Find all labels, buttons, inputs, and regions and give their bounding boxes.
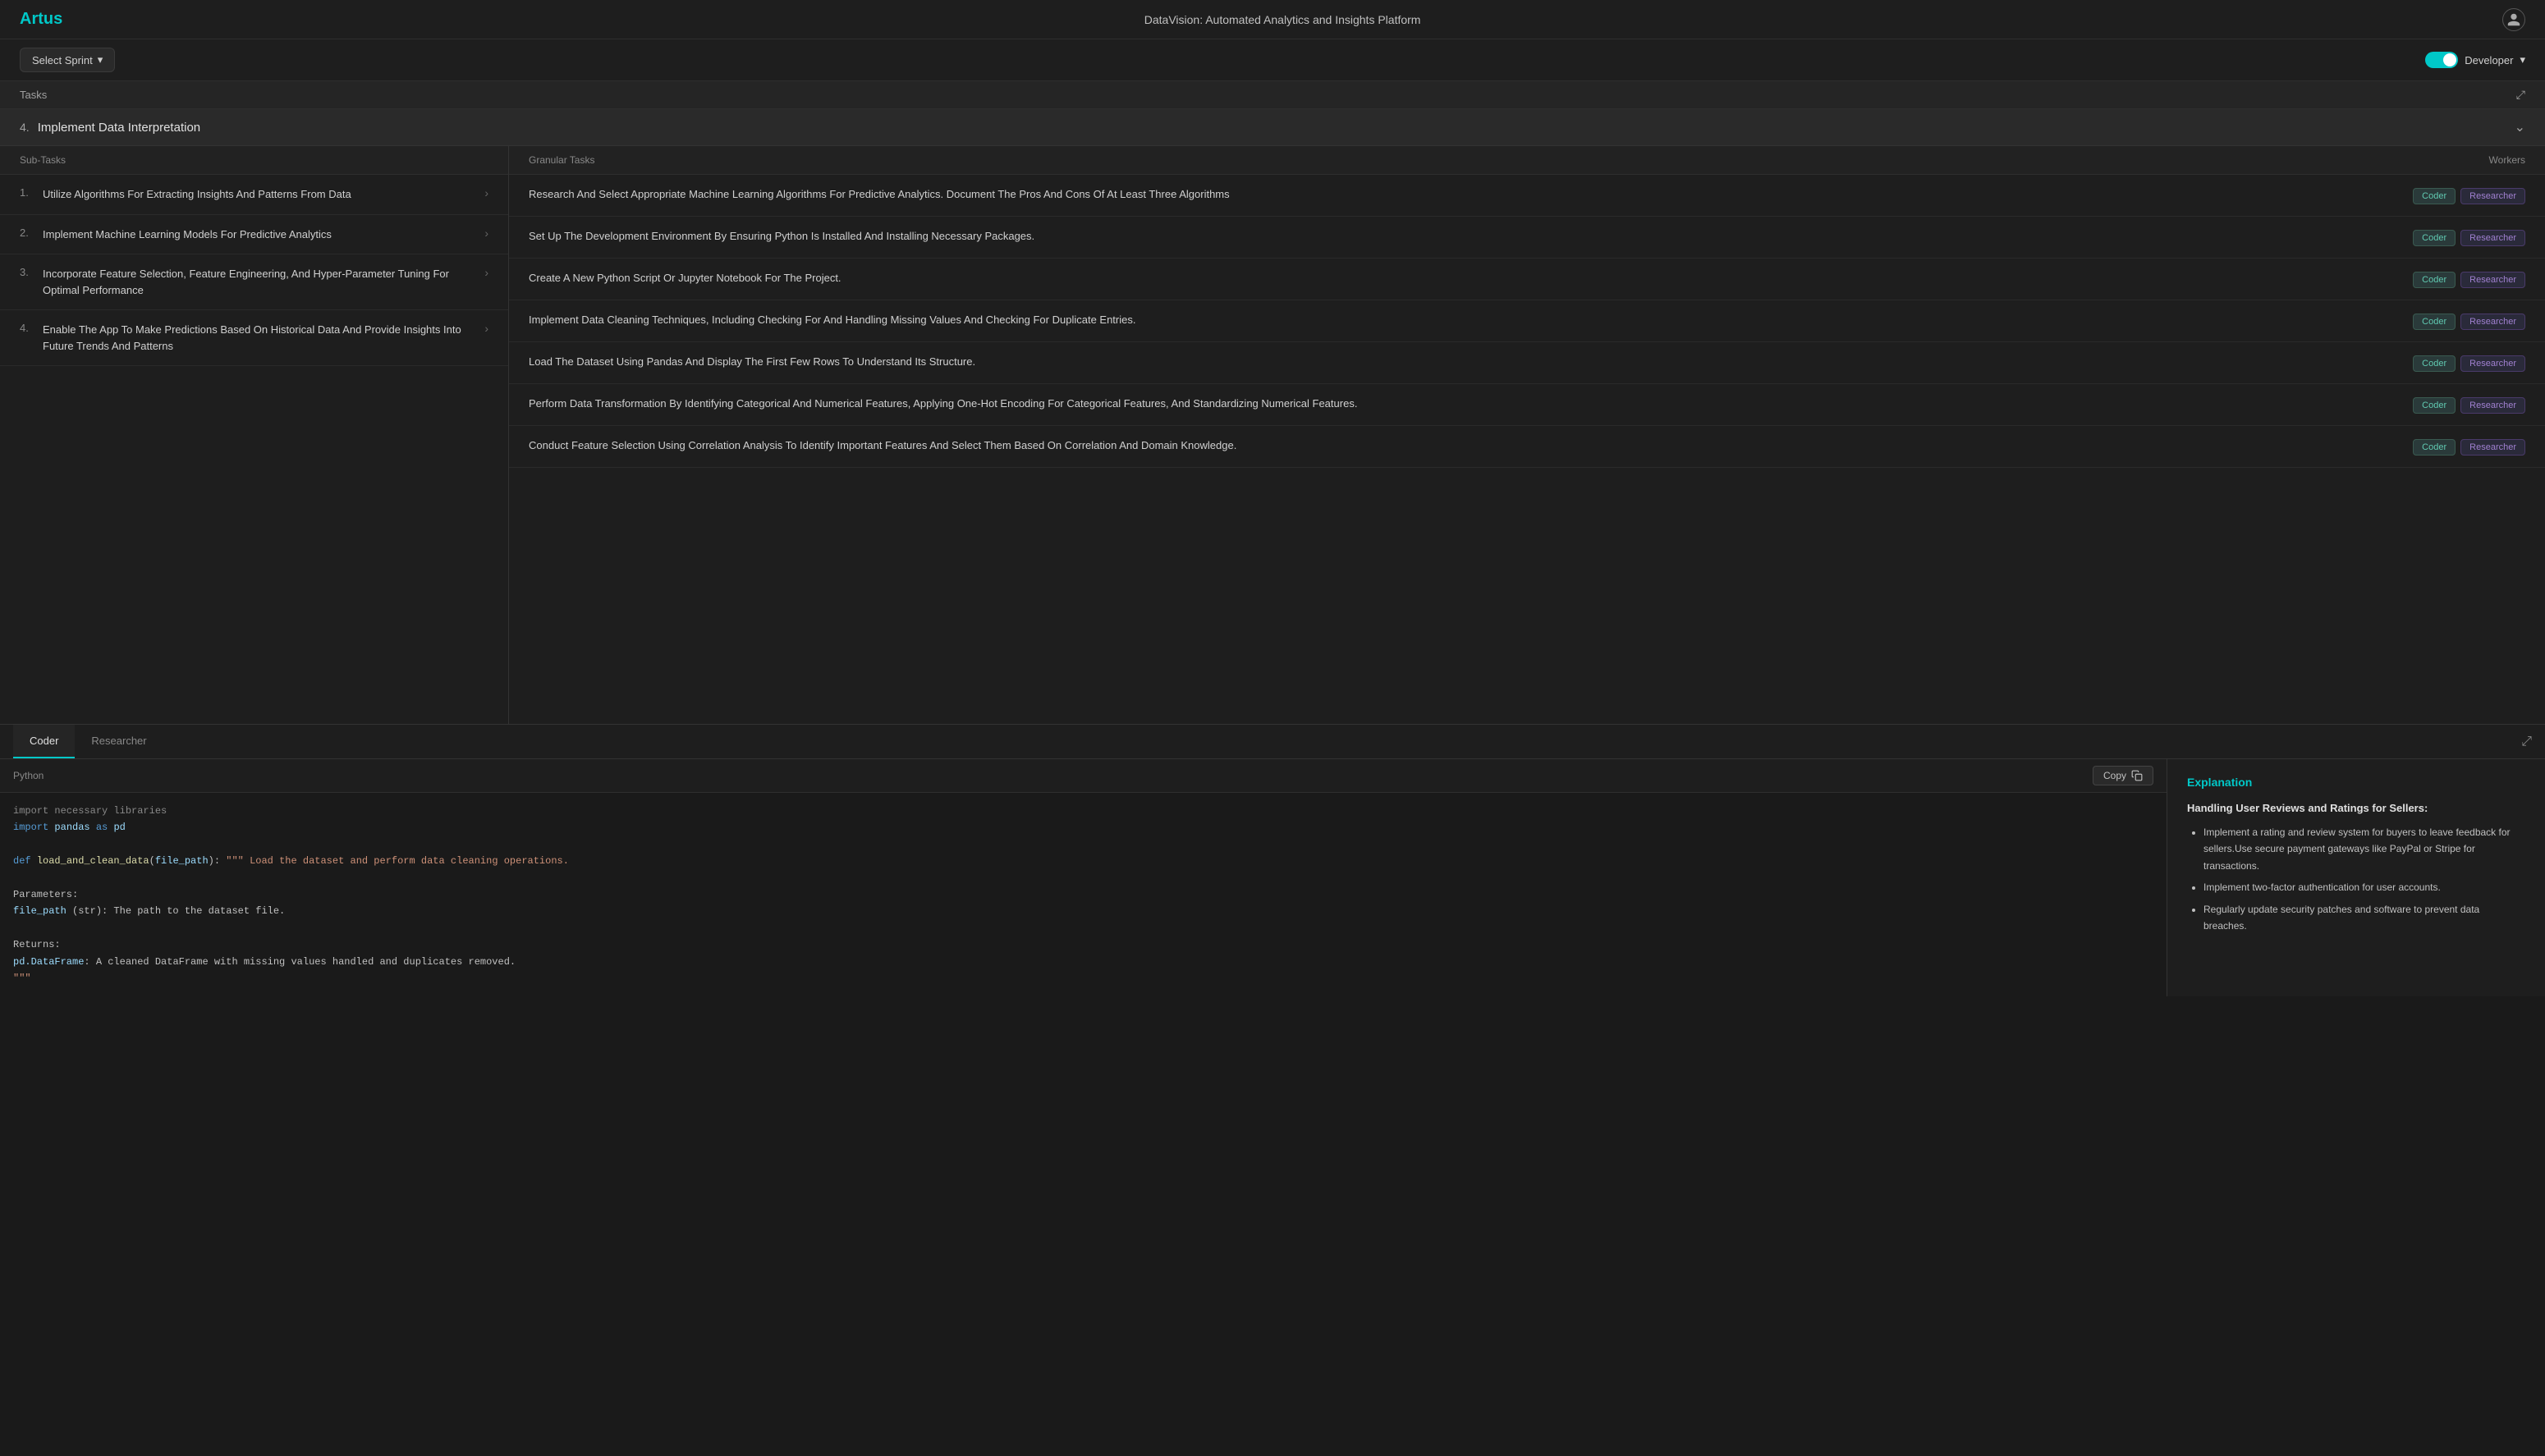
worker-badge-researcher: Researcher bbox=[2460, 439, 2525, 456]
subtask-chevron-icon: › bbox=[484, 227, 488, 240]
worker-badge-coder: Coder bbox=[2413, 272, 2456, 288]
expand-icon[interactable]: ⤢ bbox=[2516, 88, 2525, 102]
code-panel: Python Copy import necessary libraries i… bbox=[0, 759, 2167, 996]
granular-row: Perform Data Transformation By Identifyi… bbox=[509, 384, 2545, 426]
workers-header-text: Workers bbox=[2378, 154, 2525, 166]
task-number: 4. bbox=[20, 121, 30, 134]
granular-row: Implement Data Cleaning Techniques, Incl… bbox=[509, 300, 2545, 342]
tab-researcher[interactable]: Researcher bbox=[75, 725, 163, 758]
chevron-down-icon: ▾ bbox=[98, 53, 103, 66]
code-language-label: Python bbox=[13, 770, 44, 781]
explanation-title: Explanation bbox=[2187, 776, 2525, 789]
subtask-chevron-icon: › bbox=[484, 322, 488, 335]
granular-row: Set Up The Development Environment By En… bbox=[509, 217, 2545, 259]
task-title-text: Implement Data Interpretation bbox=[38, 121, 200, 135]
code-toolbar: Python Copy bbox=[0, 759, 2167, 793]
worker-badge-coder: Coder bbox=[2413, 439, 2456, 456]
worker-badge-coder: Coder bbox=[2413, 230, 2456, 246]
tab-coder[interactable]: Coder bbox=[13, 725, 75, 758]
subtask-chevron-icon: › bbox=[484, 186, 488, 199]
granular-list: Research And Select Appropriate Machine … bbox=[509, 175, 2545, 468]
worker-badge-coder: Coder bbox=[2413, 188, 2456, 204]
explanation-heading: Handling User Reviews and Ratings for Se… bbox=[2187, 802, 2525, 814]
explanation-list: Implement a rating and review system for… bbox=[2187, 824, 2525, 934]
task-header-row: 4. Implement Data Interpretation ⌄ bbox=[0, 109, 2545, 146]
tasks-bar: Tasks ⤢ bbox=[0, 81, 2545, 109]
subtask-item[interactable]: 2. Implement Machine Learning Models For… bbox=[0, 215, 508, 255]
workers-badges: CoderResearcher bbox=[2378, 312, 2525, 330]
main-content-area: Sub-Tasks 1. Utilize Algorithms For Extr… bbox=[0, 146, 2545, 725]
bottom-section: Coder Researcher ⤢ Python Copy import ne… bbox=[0, 725, 2545, 996]
workers-badges: CoderResearcher bbox=[2378, 354, 2525, 372]
toolbar: Select Sprint ▾ Developer ▾ bbox=[0, 39, 2545, 81]
explanation-panel: Explanation Handling User Reviews and Ra… bbox=[2167, 759, 2545, 996]
workers-badges: CoderResearcher bbox=[2378, 396, 2525, 414]
developer-toggle-switch[interactable] bbox=[2425, 52, 2458, 68]
worker-badge-researcher: Researcher bbox=[2460, 272, 2525, 288]
worker-badge-coder: Coder bbox=[2413, 355, 2456, 372]
granular-row: Research And Select Appropriate Machine … bbox=[509, 175, 2545, 217]
code-content: import necessary libraries import pandas… bbox=[0, 793, 2167, 996]
explanation-item: Implement two-factor authentication for … bbox=[2203, 879, 2525, 895]
sprint-selector[interactable]: Select Sprint ▾ bbox=[20, 48, 115, 72]
subtask-item[interactable]: 3. Incorporate Feature Selection, Featur… bbox=[0, 254, 508, 310]
task-chevron-down-icon[interactable]: ⌄ bbox=[2515, 119, 2525, 135]
page-title: DataVision: Automated Analytics and Insi… bbox=[1144, 13, 1421, 26]
workers-badges: CoderResearcher bbox=[2378, 186, 2525, 204]
worker-badge-researcher: Researcher bbox=[2460, 188, 2525, 204]
granular-row: Load The Dataset Using Pandas And Displa… bbox=[509, 342, 2545, 384]
logo: Artus bbox=[20, 10, 62, 29]
user-avatar[interactable] bbox=[2502, 8, 2525, 31]
bottom-expand-icon[interactable]: ⤢ bbox=[2521, 735, 2532, 749]
subtasks-list: 1. Utilize Algorithms For Extracting Ins… bbox=[0, 175, 508, 366]
developer-label: Developer bbox=[2465, 54, 2513, 66]
worker-badge-researcher: Researcher bbox=[2460, 230, 2525, 246]
granular-header: Granular Tasks Workers bbox=[509, 146, 2545, 175]
worker-badge-researcher: Researcher bbox=[2460, 397, 2525, 414]
granular-header-text: Granular Tasks bbox=[529, 154, 2378, 166]
explanation-item: Regularly update security patches and so… bbox=[2203, 901, 2525, 935]
developer-toggle-area: Developer ▾ bbox=[2425, 52, 2525, 68]
granular-row: Conduct Feature Selection Using Correlat… bbox=[509, 426, 2545, 468]
tabs-container: Coder Researcher bbox=[13, 725, 163, 758]
subtask-item[interactable]: 4. Enable The App To Make Predictions Ba… bbox=[0, 310, 508, 366]
workers-badges: CoderResearcher bbox=[2378, 437, 2525, 456]
subtasks-header: Sub-Tasks bbox=[0, 146, 508, 175]
worker-badge-coder: Coder bbox=[2413, 397, 2456, 414]
granular-panel: Granular Tasks Workers Research And Sele… bbox=[509, 146, 2545, 724]
explanation-item: Implement a rating and review system for… bbox=[2203, 824, 2525, 874]
granular-row: Create A New Python Script Or Jupyter No… bbox=[509, 259, 2545, 300]
header: Artus DataVision: Automated Analytics an… bbox=[0, 0, 2545, 39]
tasks-label: Tasks bbox=[20, 89, 47, 101]
code-explanation-area: Python Copy import necessary libraries i… bbox=[0, 759, 2545, 996]
subtasks-panel: Sub-Tasks 1. Utilize Algorithms For Extr… bbox=[0, 146, 509, 724]
worker-badge-researcher: Researcher bbox=[2460, 314, 2525, 330]
developer-chevron-icon: ▾ bbox=[2520, 53, 2525, 66]
worker-badge-coder: Coder bbox=[2413, 314, 2456, 330]
workers-badges: CoderResearcher bbox=[2378, 228, 2525, 246]
subtask-chevron-icon: › bbox=[484, 266, 488, 279]
tabs-bar: Coder Researcher ⤢ bbox=[0, 725, 2545, 759]
subtask-item[interactable]: 1. Utilize Algorithms For Extracting Ins… bbox=[0, 175, 508, 215]
workers-badges: CoderResearcher bbox=[2378, 270, 2525, 288]
worker-badge-researcher: Researcher bbox=[2460, 355, 2525, 372]
copy-button[interactable]: Copy bbox=[2093, 766, 2153, 785]
